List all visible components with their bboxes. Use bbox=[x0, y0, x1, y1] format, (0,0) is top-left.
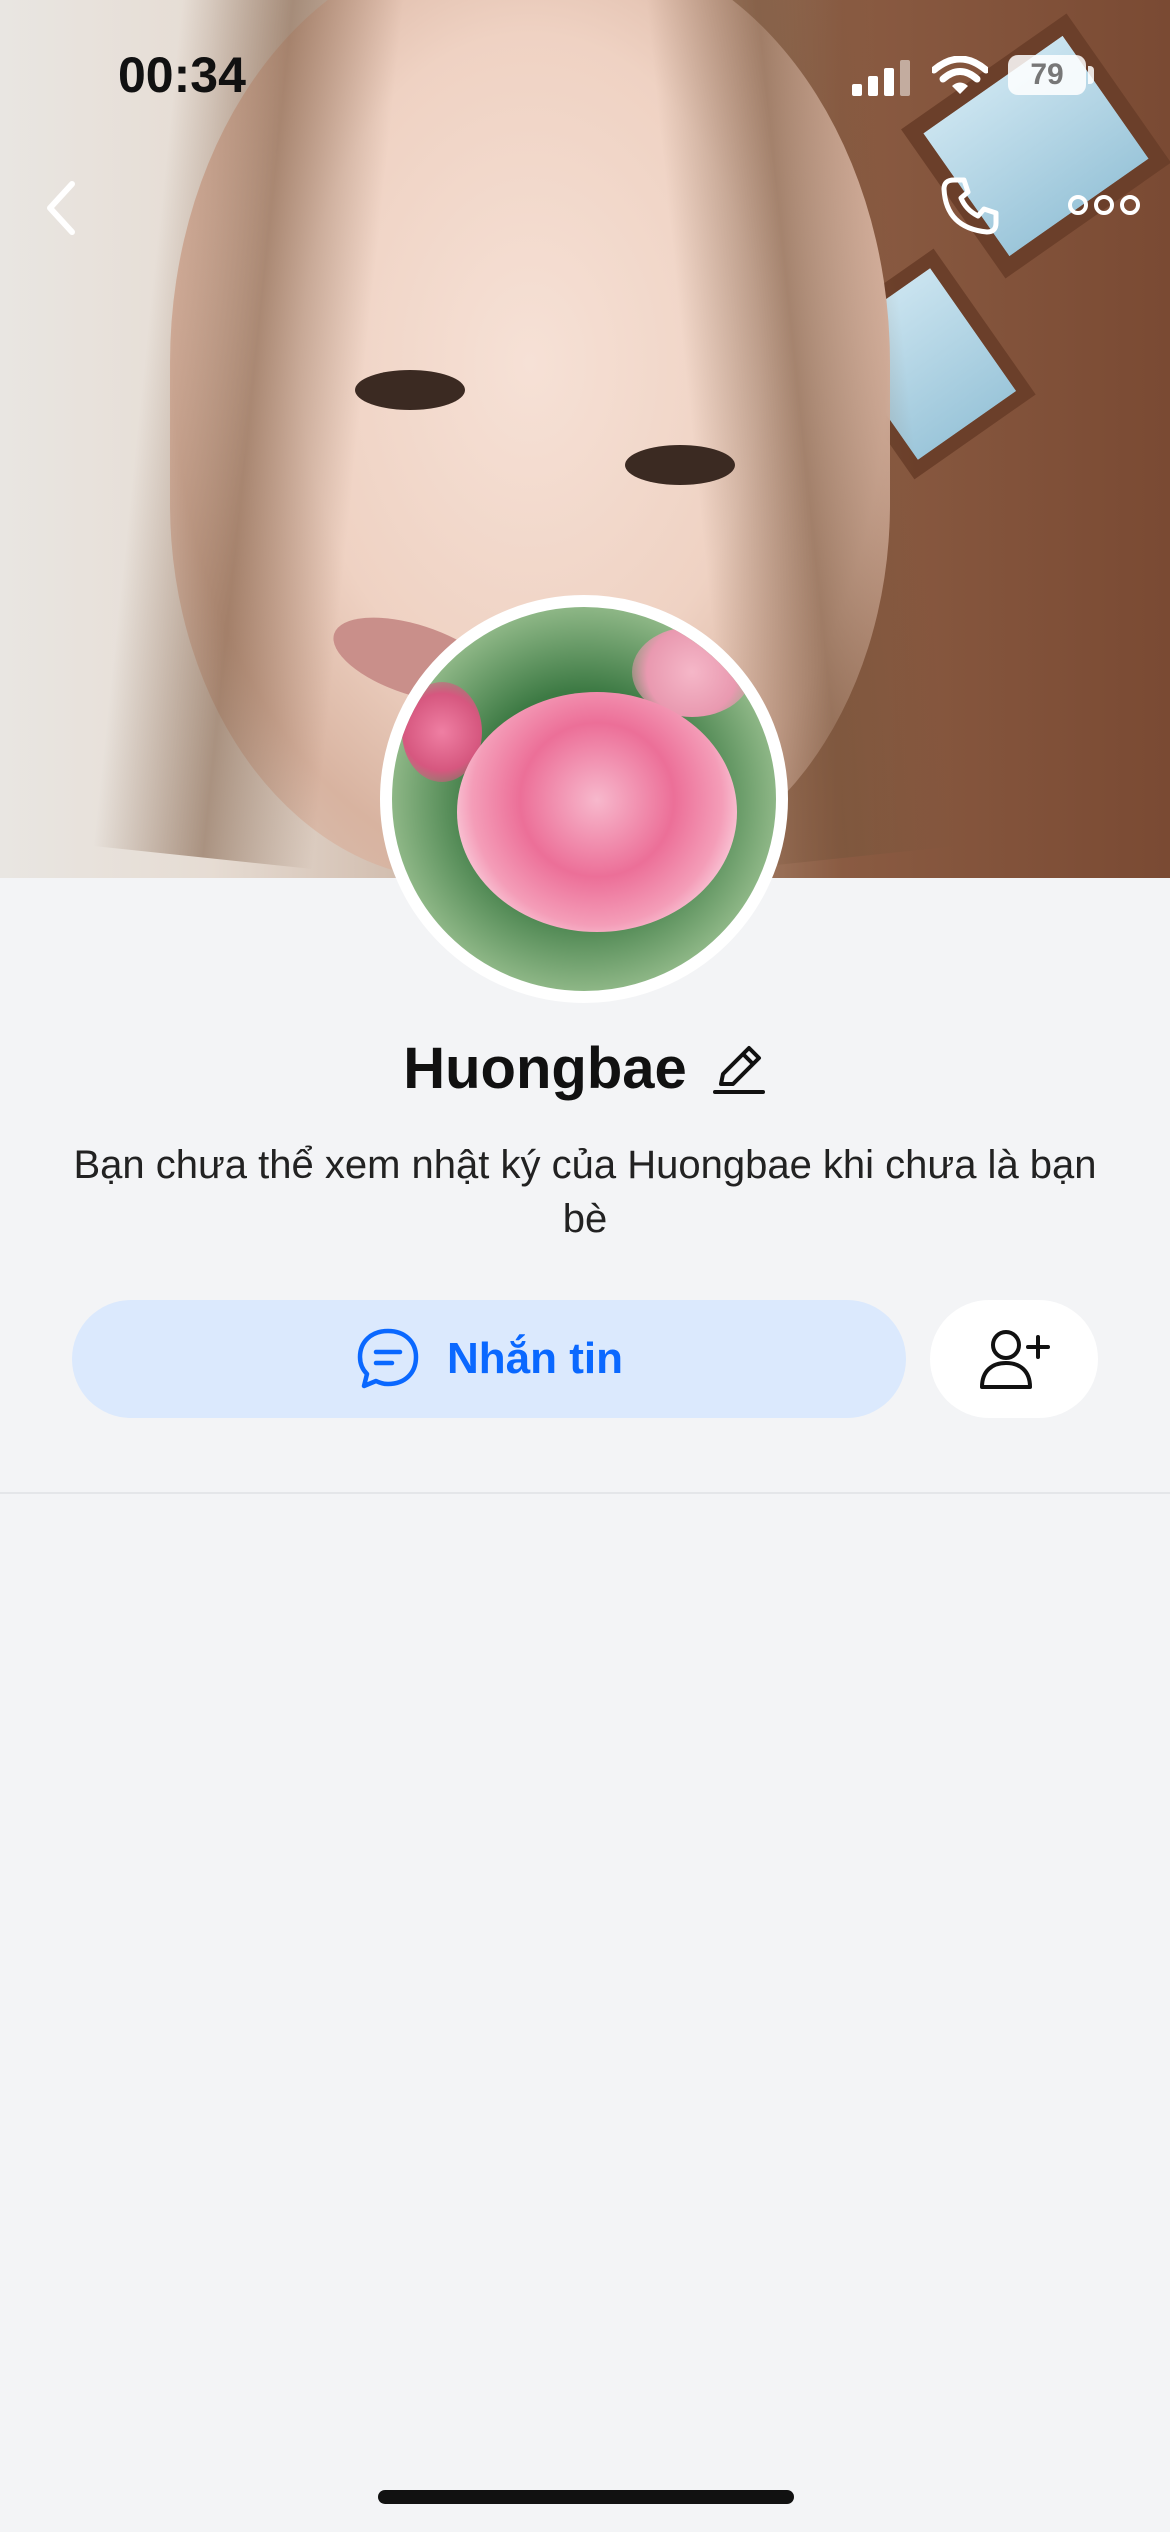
battery-level: 79 bbox=[1030, 58, 1064, 91]
message-button-label: Nhắn tin bbox=[447, 1334, 623, 1383]
battery-indicator: 79 bbox=[1008, 55, 1086, 95]
add-friend-icon bbox=[980, 1330, 1050, 1389]
home-indicator[interactable] bbox=[378, 2490, 794, 2504]
edit-pencil-icon[interactable] bbox=[711, 1040, 767, 1096]
add-friend-button[interactable] bbox=[930, 1300, 1098, 1418]
more-icon[interactable] bbox=[1068, 190, 1140, 220]
diary-restriction-note: Bạn chưa thể xem nhật ký của Huongbae kh… bbox=[73, 1143, 1097, 1241]
cover-eye bbox=[355, 370, 465, 410]
call-icon[interactable] bbox=[938, 174, 1002, 238]
chat-bubble-icon bbox=[357, 1328, 419, 1389]
avatar[interactable] bbox=[380, 595, 788, 1003]
battery-cap bbox=[1088, 66, 1094, 84]
section-divider bbox=[0, 1492, 1170, 1494]
avatar-flower bbox=[457, 692, 737, 932]
back-icon[interactable] bbox=[40, 178, 84, 238]
profile-name: Huongbae bbox=[403, 1035, 687, 1101]
profile-name-row: Huongbae bbox=[0, 1028, 1170, 1108]
message-button[interactable]: Nhắn tin bbox=[72, 1300, 906, 1418]
cover-window-decor bbox=[901, 13, 1170, 279]
cover-eye bbox=[625, 445, 735, 485]
wifi-icon bbox=[932, 56, 988, 94]
cellular-signal-icon bbox=[852, 60, 910, 96]
status-time: 00:34 bbox=[118, 47, 246, 103]
